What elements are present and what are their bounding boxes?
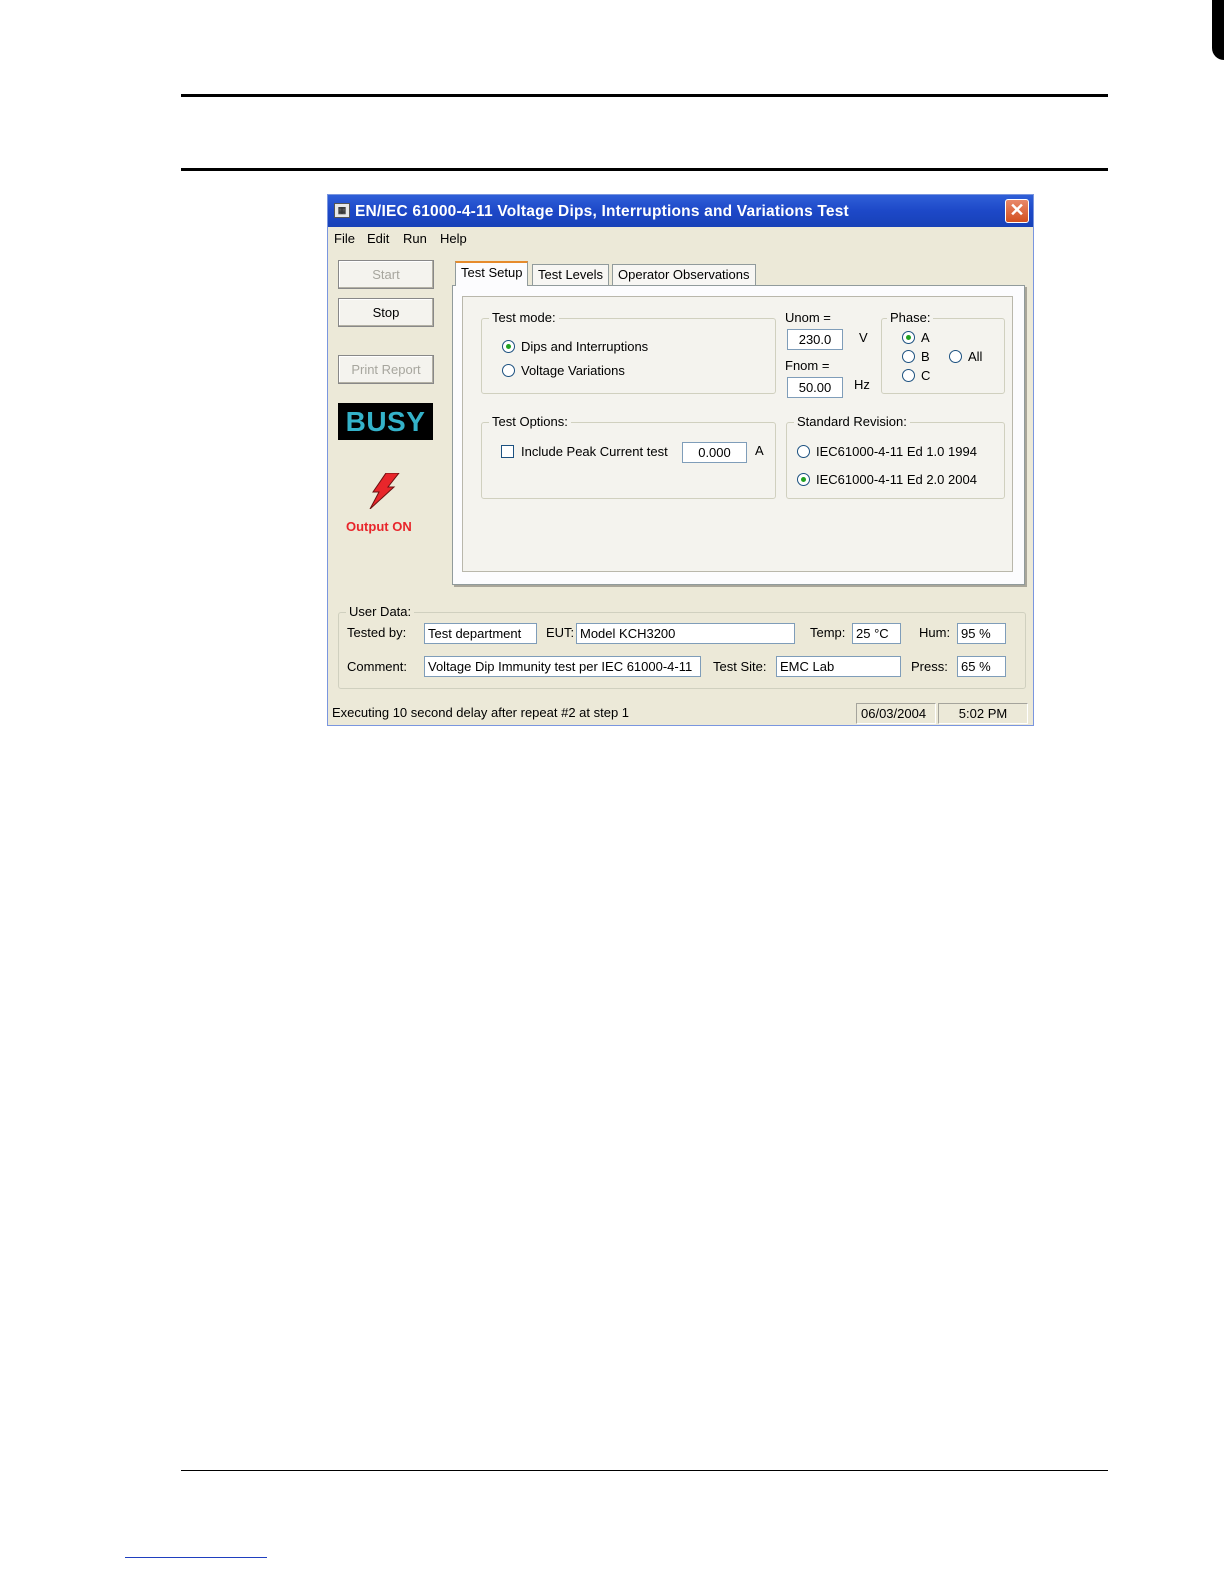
status-time: 5:02 PM xyxy=(938,703,1028,724)
ed2-2004-label: IEC61000-4-11 Ed 2.0 2004 xyxy=(816,472,977,487)
comment-label: Comment: xyxy=(347,659,407,674)
comment-input[interactable]: Voltage Dip Immunity test per IEC 61000-… xyxy=(424,656,701,677)
phase-a-label: A xyxy=(921,330,930,345)
lightning-bolt-icon xyxy=(369,473,400,509)
hum-label: Hum: xyxy=(919,625,951,640)
peak-current-unit: A xyxy=(755,443,764,458)
status-bar: Executing 10 second delay after repeat #… xyxy=(328,701,1033,725)
standard-revision-label: Standard Revision: xyxy=(794,414,910,429)
radio-voltage-variations[interactable] xyxy=(502,364,515,377)
test-setup-panel: Test mode: Dips and Interruptions Voltag… xyxy=(452,285,1025,585)
fnom-input[interactable]: 50.00 xyxy=(787,377,843,398)
eut-input[interactable]: Model KCH3200 xyxy=(576,623,795,644)
radio-ed1-1994[interactable] xyxy=(797,445,810,458)
hum-input[interactable]: 95 % xyxy=(957,623,1006,644)
title-bar[interactable]: ▦ EN/IEC 61000-4-11 Voltage Dips, Interr… xyxy=(328,195,1033,227)
press-input[interactable]: 65 % xyxy=(957,656,1006,677)
test-site-input[interactable]: EMC Lab xyxy=(776,656,901,677)
print-report-button[interactable]: Print Report xyxy=(338,355,434,384)
status-message: Executing 10 second delay after repeat #… xyxy=(332,705,630,720)
busy-indicator: BUSY xyxy=(338,403,433,440)
fnom-unit: Hz xyxy=(854,377,870,392)
test-mode-label: Test mode: xyxy=(489,310,559,325)
radio-ed2-2004[interactable] xyxy=(797,473,810,486)
radio-phase-a[interactable] xyxy=(902,331,915,344)
footer-link-underline xyxy=(125,1557,267,1558)
radio-phase-c[interactable] xyxy=(902,369,915,382)
tab-test-setup[interactable]: Test Setup xyxy=(455,261,529,286)
phase-all-label: All xyxy=(968,349,983,364)
eut-label: EUT: xyxy=(546,625,575,640)
app-window: ▦ EN/IEC 61000-4-11 Voltage Dips, Interr… xyxy=(327,194,1034,726)
menu-run[interactable]: Run xyxy=(403,231,427,246)
standard-revision-group: Standard Revision: IEC61000-4-11 Ed 1.0 … xyxy=(786,414,1005,499)
close-button[interactable]: ✕ xyxy=(1005,199,1029,223)
temp-input[interactable]: 25 °C xyxy=(852,623,901,644)
phase-group: Phase: A B C All xyxy=(881,310,1005,394)
tested-by-label: Tested by: xyxy=(347,625,407,640)
fnom-label: Fnom = xyxy=(785,358,830,373)
test-site-label: Test Site: xyxy=(713,659,767,674)
test-mode-group: Test mode: Dips and Interruptions Voltag… xyxy=(481,310,776,394)
peak-current-checkbox[interactable] xyxy=(501,445,514,458)
unom-label: Unom = xyxy=(785,310,831,325)
radio-phase-all[interactable] xyxy=(949,350,962,363)
footer-rule xyxy=(181,1470,1108,1471)
tab-test-levels[interactable]: Test Levels xyxy=(532,264,610,286)
test-options-label: Test Options: xyxy=(489,414,571,429)
tab-operator-observations[interactable]: Operator Observations xyxy=(612,264,756,286)
peak-current-label: Include Peak Current test xyxy=(521,444,668,459)
menu-file[interactable]: File xyxy=(334,231,355,246)
window-title: EN/IEC 61000-4-11 Voltage Dips, Interrup… xyxy=(355,203,849,220)
stop-button[interactable]: Stop xyxy=(338,298,434,327)
test-setup-inner: Test mode: Dips and Interruptions Voltag… xyxy=(462,296,1013,572)
unom-input[interactable]: 230.0 xyxy=(787,329,843,350)
test-options-group: Test Options: Include Peak Current test … xyxy=(481,414,776,499)
phase-c-label: C xyxy=(921,368,931,383)
header-rule-top xyxy=(181,94,1108,97)
radio-dips-interruptions[interactable] xyxy=(502,340,515,353)
dips-interruptions-label: Dips and Interruptions xyxy=(521,339,649,354)
ed1-1994-label: IEC61000-4-11 Ed 1.0 1994 xyxy=(816,444,977,459)
header-rule-bottom xyxy=(181,168,1108,171)
app-icon: ▦ xyxy=(334,203,350,218)
unom-unit: V xyxy=(859,330,868,345)
phase-b-label: B xyxy=(921,349,930,364)
menu-edit[interactable]: Edit xyxy=(367,231,389,246)
voltage-variations-label: Voltage Variations xyxy=(521,363,625,378)
output-on-label: Output ON xyxy=(346,519,412,534)
phase-label: Phase: xyxy=(887,310,934,325)
user-data-label: User Data: xyxy=(346,604,415,619)
peak-current-input[interactable]: 0.000 xyxy=(682,442,747,463)
tested-by-input[interactable]: Test department xyxy=(424,623,537,644)
temp-label: Temp: xyxy=(810,625,846,640)
press-label: Press: xyxy=(911,659,948,674)
user-data-group: User Data: Tested by: Test department EU… xyxy=(338,604,1026,689)
radio-phase-b[interactable] xyxy=(902,350,915,363)
status-date: 06/03/2004 xyxy=(856,703,936,724)
start-button[interactable]: Start xyxy=(338,260,434,289)
menu-help[interactable]: Help xyxy=(440,231,467,246)
page-edge-tab xyxy=(1212,0,1224,60)
menu-bar: File Edit Run Help xyxy=(328,227,1033,249)
